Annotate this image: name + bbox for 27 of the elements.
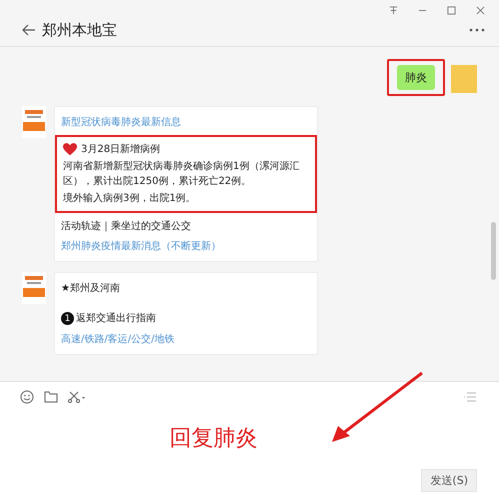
chat-title: 郑州本地宝	[42, 20, 118, 40]
maximize-icon[interactable]	[447, 6, 456, 15]
emoji-icon[interactable]	[20, 390, 34, 404]
logo-icon	[22, 272, 46, 304]
update-heading: 3月28日新增病例	[81, 142, 160, 157]
article-link[interactable]: 高速/铁路/客运/公交/地铁	[55, 332, 317, 346]
update-text: 河南省新增新型冠状病毒肺炎确诊病例1例（漯河源汇区），累计出院1250例，累计死亡22例。	[63, 160, 300, 189]
close-icon[interactable]	[476, 6, 485, 15]
heart-icon	[63, 143, 77, 156]
more-icon[interactable]	[469, 28, 485, 32]
update-text: 境外输入病例3例，出院1例。	[63, 192, 197, 206]
scissors-icon[interactable]	[68, 391, 86, 403]
pin-icon[interactable]	[389, 6, 398, 15]
logo-icon	[22, 106, 46, 138]
scrollbar	[491, 222, 496, 280]
message-text: 返郑交通出行指南	[76, 312, 156, 326]
message-text: ★郑州及河南	[60, 282, 121, 295]
message-text: 活动轨迹｜乘坐过的交通公交	[60, 220, 192, 233]
article-link[interactable]: 郑州肺炎疫情最新消息（不断更新）	[55, 239, 317, 253]
folder-icon[interactable]	[44, 391, 58, 403]
message-bubble: 肺炎	[397, 65, 435, 90]
avatar	[451, 65, 477, 93]
article-link[interactable]: 新型冠状病毒肺炎最新信息	[55, 115, 317, 129]
back-arrow-icon[interactable]	[22, 24, 36, 36]
send-button[interactable]: 发送(S)	[421, 469, 477, 492]
annotation-text: 回复肺炎	[170, 424, 258, 452]
number-badge: 1	[61, 312, 74, 325]
